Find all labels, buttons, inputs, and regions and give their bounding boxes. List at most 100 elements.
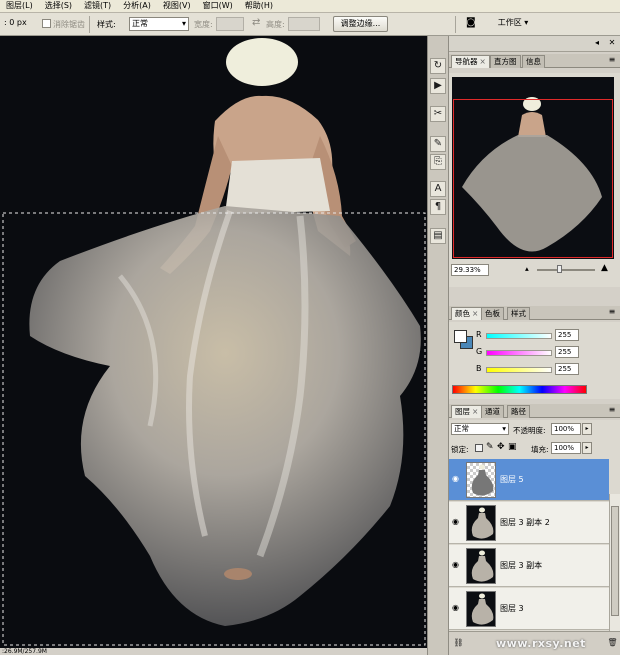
character-icon[interactable]: A	[430, 181, 446, 197]
layer-name[interactable]: 图层 3	[500, 603, 524, 614]
layer-thumbnail	[466, 548, 496, 584]
zoom-slider-track[interactable]	[537, 269, 595, 271]
visibility-eye-icon[interactable]: ◉	[452, 604, 462, 612]
tool-presets-icon[interactable]: ✂	[430, 106, 446, 122]
menu-analysis[interactable]: 分析(A)	[117, 0, 157, 12]
layer-name[interactable]: 图层 3 副本 2	[500, 517, 550, 528]
chevron-down-icon: ▾	[181, 19, 186, 28]
visibility-eye-icon[interactable]: ◉	[452, 518, 462, 526]
visibility-eye-icon[interactable]: ◉	[452, 561, 462, 569]
green-slider[interactable]	[486, 350, 552, 356]
red-value[interactable]: 255	[555, 329, 579, 341]
tab-navigator[interactable]: 导航器 ×	[451, 55, 490, 68]
layer-thumbnail	[466, 591, 496, 627]
lock-position-icon[interactable]: ✥	[497, 442, 505, 452]
zoom-in-icon[interactable]: ▲	[601, 263, 608, 273]
layer-row[interactable]: ◉ 图层 3 副本	[449, 545, 609, 587]
history-brush-icon[interactable]: ↻	[430, 58, 446, 74]
fill-input[interactable]: 100%	[551, 442, 581, 454]
delete-layer-icon[interactable]: 🗑	[607, 638, 618, 649]
collapse-icon[interactable]: ◂	[592, 39, 602, 48]
menu-select[interactable]: 选择(S)	[39, 0, 78, 12]
lock-label: 锁定:	[451, 445, 469, 454]
tab-info[interactable]: 信息	[522, 55, 545, 68]
lock-pixels-icon[interactable]: ✎	[486, 442, 494, 452]
layers-scrollbar-thumb[interactable]	[611, 506, 619, 616]
options-bar: : 0 px 消除锯齿 样式: 正常 ▾ 宽度: ⇄ 高度: 调整边缘... ◙…	[0, 13, 620, 36]
tab-layers-label: 图层	[455, 407, 470, 416]
style-select[interactable]: 正常 ▾	[129, 17, 189, 31]
blend-mode-select[interactable]: 正常 ▾	[451, 423, 509, 435]
options-divider-2	[455, 16, 456, 33]
tab-histogram[interactable]: 直方图	[490, 55, 521, 68]
close-icon[interactable]: ×	[480, 57, 486, 66]
refine-edge-button[interactable]: 调整边缘...	[333, 16, 388, 32]
tab-styles[interactable]: 样式	[507, 307, 530, 320]
link-layers-icon[interactable]: ⛓	[453, 638, 464, 649]
panel-menu-icon[interactable]: ≡	[607, 308, 617, 317]
tab-color[interactable]: 颜色 ×	[451, 307, 483, 320]
height-input[interactable]	[288, 17, 320, 31]
feather-input[interactable]: : 0 px	[2, 17, 36, 31]
visibility-eye-icon[interactable]: ◉	[452, 475, 462, 483]
zoom-out-icon[interactable]: ▴	[525, 264, 529, 273]
workspace-button[interactable]: 工作区 ▾	[490, 16, 536, 32]
actions-icon[interactable]: ▶	[430, 78, 446, 94]
document-canvas[interactable]	[0, 36, 427, 648]
tab-channels[interactable]: 通道	[481, 405, 504, 418]
lock-transparency-icon[interactable]	[475, 444, 483, 452]
opacity-arrow-icon[interactable]: ▸	[582, 423, 592, 435]
zoom-slider-thumb[interactable]	[557, 265, 562, 273]
blue-label: B	[476, 364, 482, 373]
fill-arrow-icon[interactable]: ▸	[582, 442, 592, 454]
tab-paths[interactable]: 路径	[507, 405, 530, 418]
layer-row[interactable]: ◉ 图层 3 副本 2	[449, 502, 609, 544]
menu-layer[interactable]: 图层(L)	[0, 0, 39, 12]
navigator-view-frame[interactable]	[453, 99, 613, 258]
blue-slider[interactable]	[486, 367, 552, 373]
layer-name[interactable]: 图层 3 副本	[500, 560, 542, 571]
opacity-label: 不透明度:	[513, 426, 546, 435]
navigator-thumbnail[interactable]	[452, 77, 614, 259]
color-spectrum-bar[interactable]	[452, 385, 587, 394]
close-icon[interactable]: ×	[472, 407, 478, 416]
layer-row[interactable]: ◉ 图层 5	[449, 459, 609, 501]
style-value: 正常	[132, 19, 148, 28]
navigator-tabs: 导航器 × 直方图 信息 ≡	[449, 54, 620, 68]
height-label: 高度:	[266, 20, 285, 29]
panel-menu-icon[interactable]: ≡	[607, 406, 617, 415]
layers-panel: 正常 ▾ 不透明度: 100% ▸ 锁定: ✎ ✥ ▣ 填充: 100% ▸ ◉…	[449, 420, 620, 655]
menu-filter[interactable]: 滤镜(T)	[78, 0, 117, 12]
close-icon[interactable]: ✕	[607, 39, 617, 48]
close-icon[interactable]: ×	[472, 309, 478, 318]
green-value[interactable]: 255	[555, 346, 579, 358]
panel-menu-icon[interactable]: ≡	[607, 56, 617, 65]
zoom-input[interactable]: 29.33%	[451, 264, 489, 276]
layers-scrollbar[interactable]	[609, 494, 620, 631]
tab-layers[interactable]: 图层 ×	[451, 405, 483, 418]
width-label: 宽度:	[194, 20, 213, 29]
paragraph-icon[interactable]: ¶	[430, 199, 446, 215]
brushes-icon[interactable]: ✎	[430, 136, 446, 152]
antialias-label: 消除锯齿	[53, 20, 85, 29]
foreground-color-swatch[interactable]	[454, 330, 467, 343]
width-input[interactable]	[216, 17, 244, 31]
green-label: G	[476, 347, 483, 356]
layer-thumbnail	[466, 505, 496, 541]
photo-dancer	[2, 38, 426, 646]
blue-value[interactable]: 255	[555, 363, 579, 375]
menu-window[interactable]: 窗口(W)	[197, 0, 239, 12]
menu-view[interactable]: 视图(V)	[157, 0, 197, 12]
antialias-checkbox[interactable]	[42, 19, 51, 28]
layer-comps-icon[interactable]: ▤	[430, 228, 446, 244]
layer-name[interactable]: 图层 5	[500, 474, 524, 485]
opacity-input[interactable]: 100%	[551, 423, 581, 435]
tab-swatches[interactable]: 色板	[481, 307, 504, 320]
red-slider[interactable]	[486, 333, 552, 339]
lock-all-icon[interactable]: ▣	[508, 442, 517, 452]
clone-source-icon[interactable]: ⎘	[430, 154, 446, 170]
swap-icon[interactable]: ⇄	[252, 17, 260, 28]
camera-icon[interactable]: ◙	[466, 17, 476, 28]
layer-row[interactable]: ◉ 图层 3	[449, 588, 609, 630]
menu-help[interactable]: 帮助(H)	[239, 0, 279, 12]
